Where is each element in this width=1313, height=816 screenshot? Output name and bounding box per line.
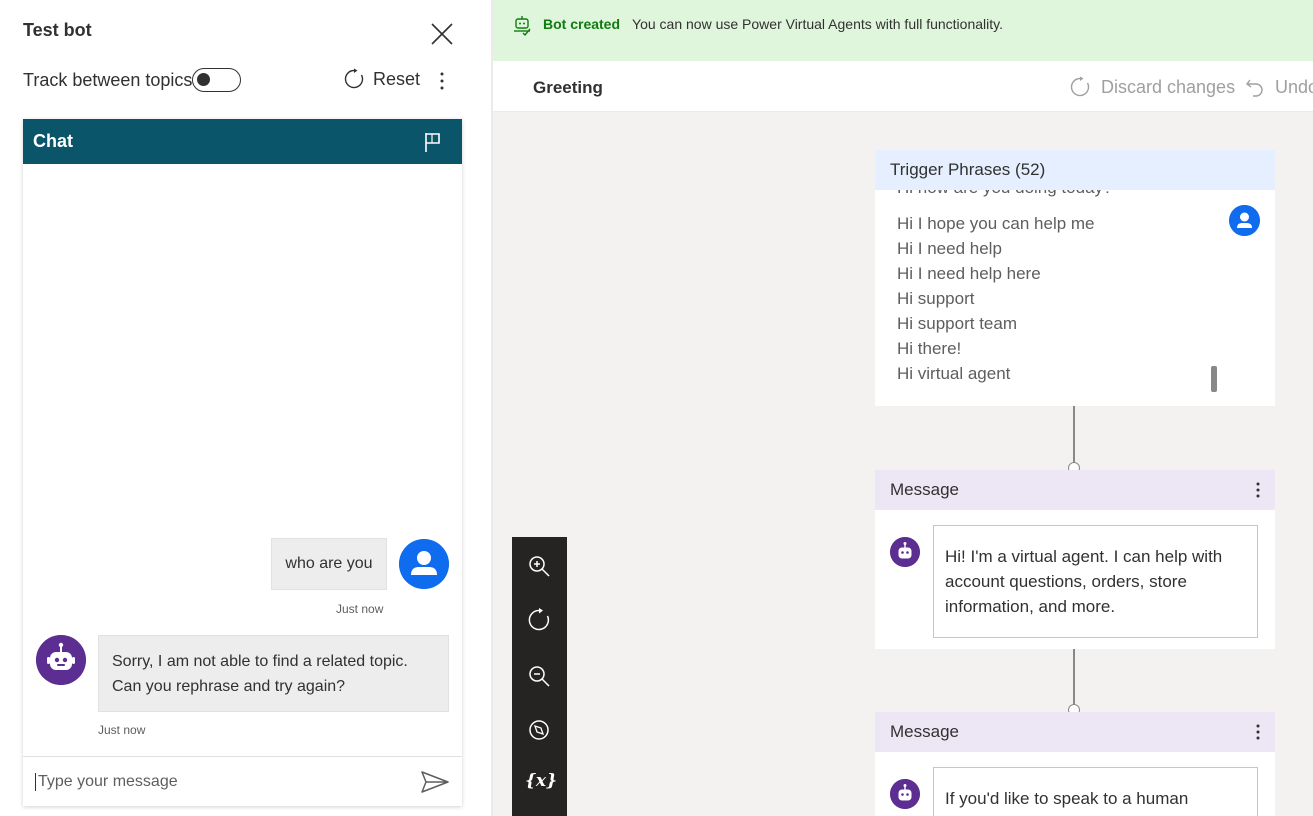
undo-icon bbox=[1246, 79, 1263, 97]
reset-label: Reset bbox=[373, 68, 421, 89]
discard-changes-button[interactable]: Discard changes bbox=[1069, 76, 1235, 98]
message-node[interactable]: Message Hi! I'm a virtual agent. I can h… bbox=[875, 470, 1275, 649]
flag-icon[interactable] bbox=[422, 131, 444, 153]
track-between-topics-toggle[interactable] bbox=[192, 68, 241, 92]
user-avatar-icon bbox=[399, 539, 449, 589]
message-input[interactable] bbox=[35, 772, 420, 791]
user-message-timestamp: Just now bbox=[336, 602, 384, 616]
trigger-phrase: Hi support team bbox=[897, 314, 1017, 333]
zoom-out-icon[interactable] bbox=[526, 663, 552, 689]
message-node-header: Message bbox=[875, 470, 1275, 510]
message-node-title: Message bbox=[890, 480, 959, 499]
trigger-phrase: Hi I need help here bbox=[897, 264, 1041, 283]
node-connector bbox=[1073, 649, 1075, 711]
refresh-icon bbox=[1070, 76, 1090, 97]
user-icon bbox=[1229, 205, 1260, 236]
canvas-zoom-toolbar: {x} bbox=[512, 537, 567, 816]
message-text-box[interactable]: Hi! I'm a virtual agent. I can help with… bbox=[933, 525, 1258, 638]
trigger-phrase: Hi how are you doing today? bbox=[897, 190, 1112, 198]
send-icon[interactable] bbox=[420, 770, 450, 794]
trigger-phrase: Hi support bbox=[897, 289, 975, 308]
bot-avatar-icon bbox=[36, 635, 86, 685]
bot-icon bbox=[890, 537, 920, 567]
topic-toolbar: Greeting Discard changes Undo bbox=[493, 61, 1313, 112]
message-text-box[interactable]: If you'd like to speak to a human bbox=[933, 767, 1258, 816]
refresh-icon bbox=[344, 68, 364, 89]
more-options-icon[interactable] bbox=[434, 70, 450, 92]
banner-text: You can now use Power Virtual Agents wit… bbox=[632, 16, 1003, 32]
track-between-topics-label: Track between topics bbox=[23, 70, 193, 90]
more-options-icon[interactable] bbox=[1256, 724, 1260, 740]
trigger-phrase: Hi I hope you can help me bbox=[897, 214, 1095, 233]
message-node-title: Message bbox=[890, 722, 959, 741]
zoom-in-icon[interactable] bbox=[526, 553, 552, 579]
bot-icon bbox=[890, 779, 920, 809]
compass-icon[interactable] bbox=[526, 717, 552, 743]
app-root: Test bot Track between topics Reset Chat bbox=[0, 0, 1313, 816]
trigger-phrase: Hi there! bbox=[897, 339, 962, 358]
trigger-phrase: Hi I need help bbox=[897, 239, 1002, 258]
bot-message-bubble: Sorry, I am not able to find a related t… bbox=[98, 635, 449, 712]
message-node[interactable]: Message If you'd like to speak to a huma… bbox=[875, 712, 1275, 816]
phrase-list-scrollbar[interactable] bbox=[1211, 366, 1217, 392]
reset-button[interactable]: Reset bbox=[343, 68, 420, 90]
test-bot-title: Test bot bbox=[23, 20, 92, 40]
chat-window: Chat who are you Just now Sorry, I am no… bbox=[23, 119, 462, 806]
undo-label: Undo bbox=[1275, 76, 1313, 97]
close-icon[interactable] bbox=[428, 20, 456, 48]
undo-button[interactable]: Undo bbox=[1245, 76, 1313, 98]
trigger-phrases-title: Trigger Phrases (52) bbox=[875, 150, 1275, 190]
banner-title: Bot created bbox=[543, 16, 621, 32]
node-connector bbox=[1073, 406, 1075, 468]
trigger-phrases-node[interactable]: Trigger Phrases (52) Hi how are you doin… bbox=[875, 150, 1275, 406]
more-options-icon[interactable] bbox=[1256, 482, 1260, 498]
trigger-phrase: Hi virtual agent bbox=[897, 364, 1011, 383]
user-message-bubble: who are you bbox=[271, 538, 387, 590]
discard-changes-label: Discard changes bbox=[1101, 76, 1236, 97]
chat-input-bar bbox=[23, 756, 462, 806]
chat-header-title: Chat bbox=[33, 131, 73, 151]
bot-check-icon bbox=[514, 16, 531, 36]
authoring-canvas[interactable]: Trigger Phrases (52) Hi how are you doin… bbox=[493, 112, 1313, 816]
message-node-header: Message bbox=[875, 712, 1275, 752]
reset-view-icon[interactable] bbox=[526, 607, 552, 633]
test-bot-panel: Test bot Track between topics Reset Chat bbox=[0, 0, 484, 816]
toggle-knob bbox=[197, 73, 210, 86]
bot-created-banner: Bot created You can now use Power Virtua… bbox=[493, 0, 1313, 61]
variables-button[interactable]: {x} bbox=[525, 771, 557, 791]
trigger-phrase-list[interactable]: Hi how are you doing today? Hi I hope yo… bbox=[875, 190, 1275, 406]
chat-header: Chat bbox=[23, 119, 462, 164]
topic-name: Greeting bbox=[533, 78, 603, 97]
bot-message-timestamp: Just now bbox=[98, 723, 146, 737]
